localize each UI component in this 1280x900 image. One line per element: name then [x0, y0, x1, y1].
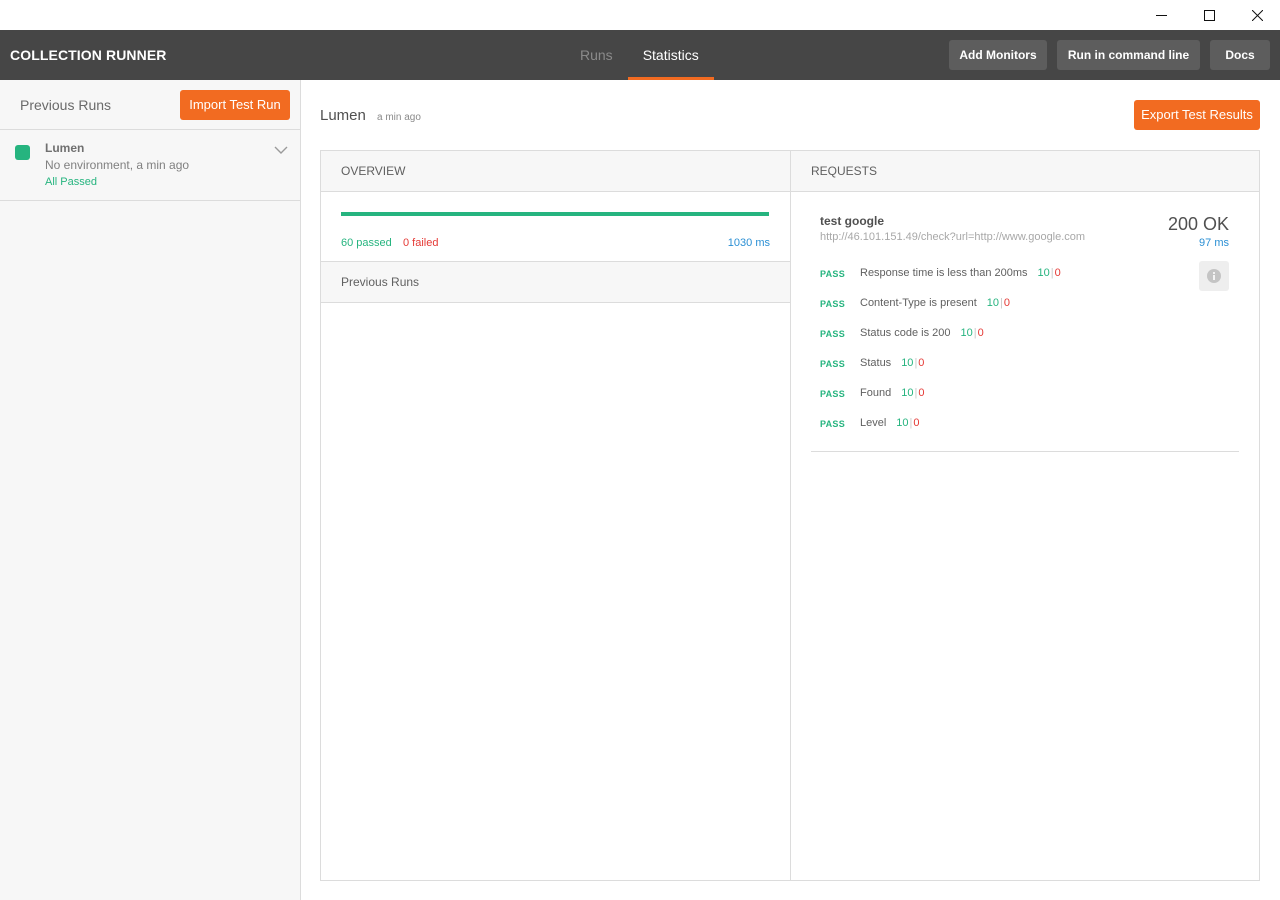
run-in-command-line-button[interactable]: Run in command line [1057, 40, 1200, 70]
minimize-icon[interactable] [1138, 0, 1184, 30]
test-fail-count: 0 [1003, 297, 1011, 309]
tab-runs[interactable]: Runs [565, 30, 628, 80]
run-name: Lumen [45, 141, 85, 155]
sidebar-header: Previous Runs Import Test Run [0, 80, 300, 130]
overview-section: OVERVIEW 60 passed 0 failed 1030 ms Prev… [321, 151, 791, 880]
tab-statistics[interactable]: Statistics [627, 30, 714, 80]
request-name: test google [820, 214, 885, 228]
import-test-run-button[interactable]: Import Test Run [180, 90, 290, 120]
test-results-list: PASS Response time is less than 200ms 10… [820, 267, 1061, 447]
sidebar: Previous Runs Import Test Run Lumen No e… [0, 80, 301, 900]
test-row: PASS Found 10 | 0 [820, 387, 1061, 417]
test-pass-count: 10 [896, 417, 909, 429]
test-pass-count: 10 [960, 327, 973, 339]
test-fail-count: 0 [918, 357, 925, 369]
test-name: Status [860, 357, 892, 369]
run-status: All Passed [45, 176, 97, 188]
results-panel: OVERVIEW 60 passed 0 failed 1030 ms Prev… [320, 150, 1260, 881]
overview-heading: OVERVIEW [321, 151, 790, 192]
test-row: PASS Level 10 | 0 [820, 417, 1061, 447]
close-icon[interactable] [1234, 0, 1280, 30]
test-row: PASS Status code is 200 10 | 0 [820, 327, 1061, 357]
test-fail-count: 0 [913, 417, 920, 429]
total-duration: 1030 ms [727, 237, 770, 249]
request-divider [811, 451, 1239, 452]
window-titlebar [0, 0, 1280, 30]
request-url: http://46.101.151.49/check?url=http://ww… [820, 231, 1086, 243]
export-test-results-button[interactable]: Export Test Results [1134, 100, 1260, 130]
response-time: 97 ms [1199, 237, 1229, 249]
docs-button[interactable]: Docs [1210, 40, 1270, 70]
test-row: PASS Response time is less than 200ms 10… [820, 267, 1061, 297]
failed-count: 0 failed [403, 237, 439, 249]
test-fail-count: 0 [977, 327, 984, 339]
run-list-item[interactable]: Lumen No environment, a min ago All Pass… [0, 130, 300, 201]
test-result-badge: PASS [820, 299, 846, 309]
test-name: Status code is 200 [860, 327, 951, 339]
test-name: Content-Type is present [860, 297, 977, 309]
app-header: COLLECTION RUNNER Runs Statistics Add Mo… [0, 30, 1280, 80]
test-fail-count: 0 [918, 387, 925, 399]
response-status: 200 OK [1167, 214, 1229, 234]
run-timestamp: a min ago [377, 112, 421, 123]
overview-progress-bar [341, 212, 769, 216]
run-status-indicator [15, 145, 30, 160]
count-separator: | [914, 357, 918, 369]
test-name: Response time is less than 200ms [860, 267, 1028, 279]
test-result-badge: PASS [820, 269, 846, 279]
run-title: Lumen [320, 107, 366, 124]
test-fail-count: 0 [1054, 267, 1061, 279]
count-separator: | [1050, 267, 1054, 279]
test-row: PASS Status 10 | 0 [820, 357, 1061, 387]
add-monitors-button[interactable]: Add Monitors [949, 40, 1047, 70]
test-pass-count: 10 [901, 357, 914, 369]
test-pass-count: 10 [901, 387, 914, 399]
main-content: Lumen a min ago Export Test Results OVER… [301, 80, 1280, 900]
count-separator: | [1000, 297, 1003, 309]
requests-section: REQUESTS test google http://46.101.151.4… [791, 151, 1259, 880]
test-row: PASS Content-Type is present 10 | 0 [820, 297, 1061, 327]
test-result-badge: PASS [820, 359, 846, 369]
test-name: Level [860, 417, 887, 429]
count-separator: | [914, 387, 918, 399]
test-pass-count: 10 [986, 297, 1000, 309]
sidebar-title: Previous Runs [20, 97, 112, 113]
app-title: COLLECTION RUNNER [10, 47, 167, 63]
tab-bar: Runs Statistics [565, 30, 714, 80]
previous-runs-heading: Previous Runs [321, 261, 790, 303]
count-separator: | [909, 417, 913, 429]
maximize-icon[interactable] [1186, 0, 1232, 30]
passed-count: 60 passed [341, 237, 392, 249]
count-separator: | [973, 327, 977, 339]
test-result-badge: PASS [820, 389, 846, 399]
info-icon[interactable] [1199, 261, 1229, 291]
chevron-down-icon[interactable] [274, 144, 288, 158]
requests-heading: REQUESTS [791, 151, 1259, 192]
test-name: Found [860, 387, 892, 399]
test-result-badge: PASS [820, 419, 846, 429]
run-environment: No environment, a min ago [45, 158, 190, 172]
test-result-badge: PASS [820, 329, 846, 339]
test-pass-count: 10 [1037, 267, 1050, 279]
overview-progress-fill [341, 212, 769, 216]
